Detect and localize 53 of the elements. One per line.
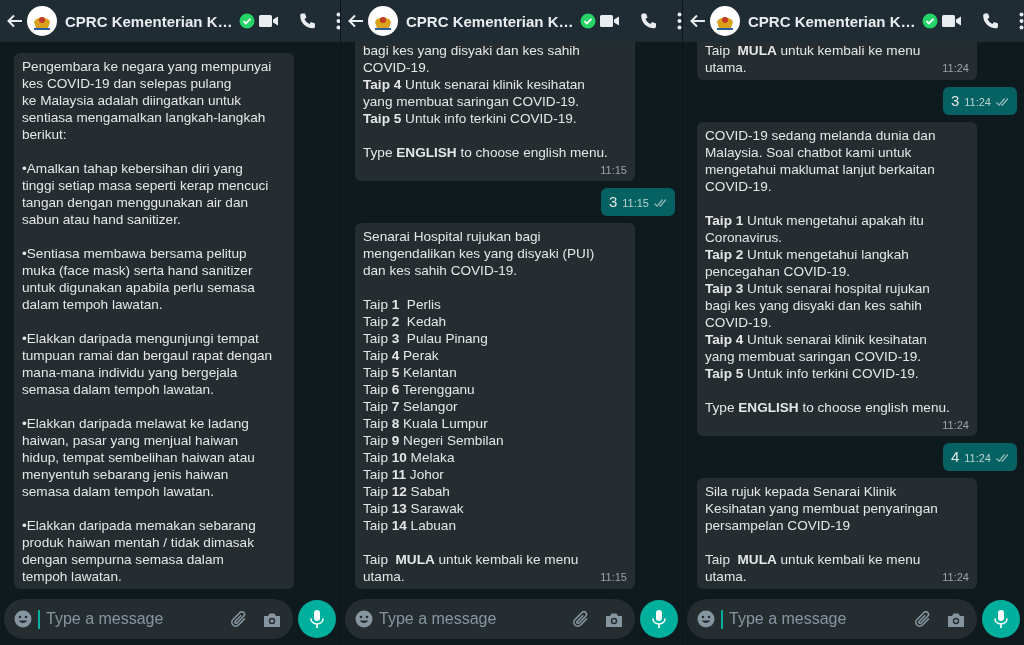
message-time: 11:15 — [600, 163, 627, 177]
message-text: 3 — [950, 92, 960, 109]
message-text: Taip MULA untuk kembali ke menu utama. — [705, 43, 921, 75]
back-icon[interactable] — [346, 12, 364, 30]
emoji-icon[interactable] — [355, 610, 373, 628]
message-time: 11:24 — [942, 418, 969, 432]
message-input-field[interactable]: Type a message — [4, 599, 293, 639]
message-time: 11:15 — [622, 196, 649, 211]
video-call-icon[interactable] — [599, 13, 619, 29]
message-text: bagi kes yang disyaki dan kes sahih COVID-19. Taip 4 Untuk senarai klinik kesihatan yang membuat saringan COVID-19. Taip 5 Untuk info terkini COVID-19. Type ENGLISH to choose english menu. — [363, 43, 608, 160]
message-text: Senarai Hospital rujukan bagi mengendalikan kes yang disyaki (PUI) dan kes sahih COVID-19. Taip 1 Perlis Taip 2 Kedah Taip 3 Pulau Pinang Taip 4 Perak Taip 5 Kelantan Taip 6 Terengganu Taip 7 Selangor Taip 8 Kuala Lumpur Taip 9 Negeri Sembilan Taip 10 Melaka Taip 11 Johor Taip 12 Sabah Taip 13 Sarawak Taip 14 Labuan Taip MULA untuk kembali ke menu utama. — [363, 229, 595, 584]
back-icon[interactable] — [688, 12, 706, 30]
microphone-icon — [309, 609, 325, 629]
message-text: COVID-19 sedang melanda dunia dan Malaysia. Soal chatbot kami untuk mengetahui maklumat lanjut berkaitan COVID-19. Taip 1 Untuk mengetahui apakah itu Coronavirus. Taip 2 Untuk mengetahui langkah pencegahan COVID-19. Taip 3 Untuk senarai hospital rujukan bagi kes yang disyaki dan kes sahih COVID-19. Taip 4 Untuk senarai klinik kesihatan yang membuat saringan COVID-19. Taip 5 Untuk info terkini COVID-19. Type ENGLISH to choose english menu. — [705, 128, 950, 415]
microphone-button[interactable] — [982, 600, 1020, 638]
video-call-icon[interactable] — [941, 13, 961, 29]
message-time: 11:24 — [964, 95, 991, 110]
message-text: 4 — [950, 448, 960, 465]
contact-name[interactable]: CPRC Kementerian K… — [406, 12, 574, 30]
phone-icon[interactable] — [980, 12, 999, 30]
message-input[interactable]: Type a message — [729, 610, 909, 628]
video-call-icon[interactable] — [258, 13, 278, 29]
microphone-icon — [993, 609, 1009, 629]
contact-avatar[interactable] — [710, 6, 740, 36]
microphone-button[interactable] — [640, 600, 678, 638]
message-text: Pengembara ke negara yang mempunyai kes COVID-19 dan selepas pulang ke Malaysia adalah diingatkan untuk sentiasa mengamalkan langkah-langkah berikut: •Amalkan tahap kebersihan diri yang tinggi setiap masa seperti kerap mencuci tangan dengan menggunakan air dan sabun atau hand sanitizer. •Sentiasa membawa bersama pelitup muka (face mask) serta hand sanitizer untuk digunakan apabila perlu semasa dalam tempoh lawatan. •Elakkan daripada mengunjungi tempat tumpuan ramai dan bergaul rapat dengan mana-mana individu yang bergejala semasa dalam tempoh lawatan. •Elakkan daripada melawat ke ladang haiwan, pasar yang menjual haiwan hidup, tempat sembelihan haiwan atau menyentuh sebarang jenis haiwan semasa dalam tempoh lawatan. •Elakkan daripada memakan sebarang produk haiwan mentah / tidak dimasak dengan sempurna semasa dalam tempoh lawatan. — [22, 59, 273, 584]
back-icon[interactable] — [5, 12, 23, 30]
message-input[interactable]: Type a message — [379, 610, 567, 628]
emoji-icon[interactable] — [14, 610, 32, 628]
message-time: 11:15 — [600, 570, 627, 584]
phone-icon[interactable] — [638, 12, 657, 30]
emoji-icon[interactable] — [697, 610, 715, 628]
contact-avatar[interactable] — [368, 6, 398, 36]
more-options-icon[interactable] — [676, 12, 682, 30]
more-options-icon[interactable] — [1018, 12, 1024, 30]
phone-icon[interactable] — [297, 12, 316, 30]
message-text: 3 — [608, 193, 618, 210]
paperclip-icon[interactable] — [231, 611, 247, 627]
more-options-icon[interactable] — [335, 12, 340, 30]
paperclip-icon[interactable] — [573, 611, 589, 627]
message-input-field[interactable]: Type a message — [687, 599, 977, 639]
message-input[interactable]: Type a message — [46, 610, 225, 628]
contact-avatar[interactable] — [27, 6, 57, 36]
message-text: Sila rujuk kepada Senarai Klinik Kesihatan yang membuat penyaringan persampelan COVID-19 Taip MULA untuk kembali ke menu utama. — [705, 484, 938, 584]
contact-name[interactable]: CPRC Kementerian K… — [65, 12, 233, 30]
contact-name[interactable]: CPRC Kementerian K… — [748, 12, 916, 30]
message-input-field[interactable]: Type a message — [345, 599, 635, 639]
microphone-button[interactable] — [298, 600, 336, 638]
microphone-icon — [651, 609, 667, 629]
message-time: 11:24 — [964, 451, 991, 466]
message-time: 11:24 — [942, 570, 969, 584]
paperclip-icon[interactable] — [915, 611, 931, 627]
message-time: 11:24 — [942, 61, 969, 75]
